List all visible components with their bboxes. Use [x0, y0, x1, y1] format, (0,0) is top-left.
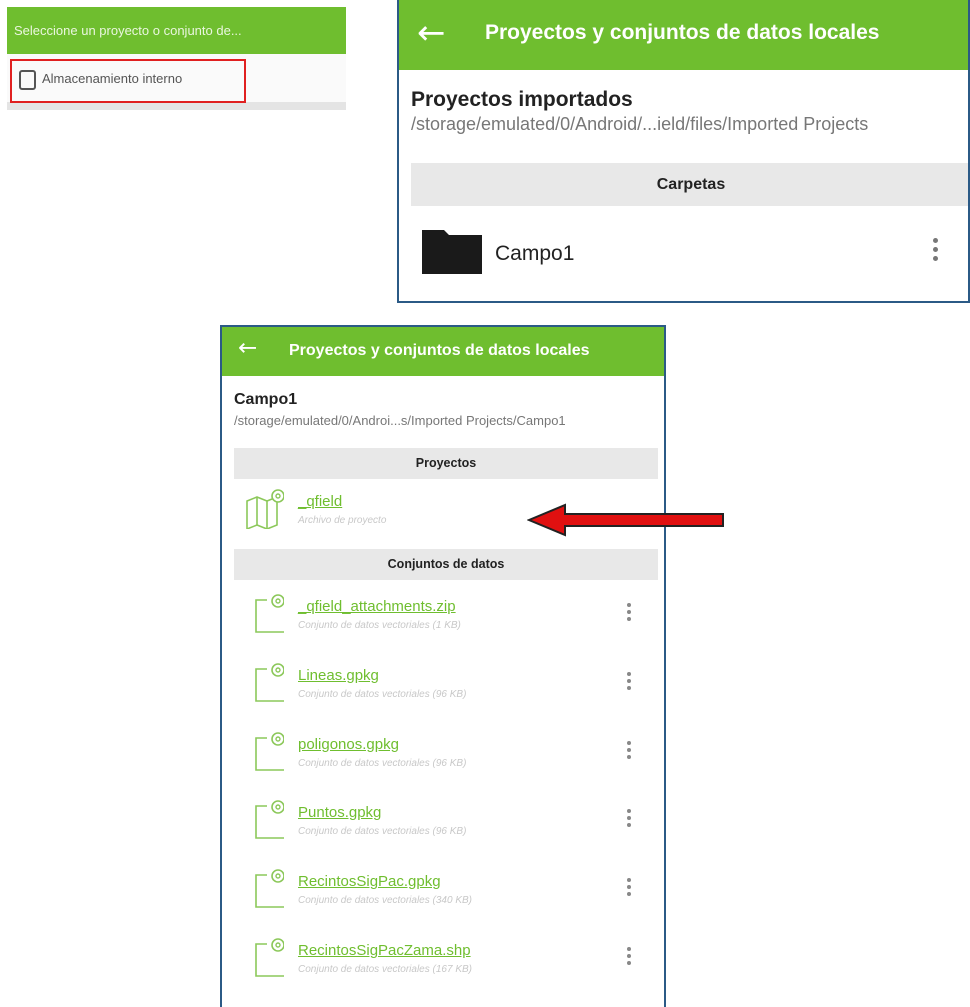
storage-picker-panel: Seleccione un proyecto o conjunto de... … — [7, 7, 346, 110]
more-vert-icon[interactable] — [627, 947, 632, 968]
more-vert-icon[interactable] — [933, 238, 939, 265]
folder-item-campo1[interactable]: Campo1 — [495, 242, 574, 266]
dataset-name[interactable]: Lineas.gpkg — [298, 667, 379, 684]
window-title: Proyectos y conjuntos de datos locales — [485, 21, 880, 44]
back-arrow-icon[interactable]: ← — [238, 335, 257, 361]
more-vert-icon[interactable] — [627, 878, 632, 899]
dataset-file-icon — [255, 938, 284, 977]
dataset-item[interactable]: poligonos.gpkg Conjunto de datos vectori… — [222, 732, 664, 792]
map-icon — [246, 489, 284, 529]
project-name[interactable]: _qfield — [298, 493, 342, 510]
dataset-meta: Conjunto de datos vectoriales (340 KB) — [298, 895, 472, 906]
project-meta: Archivo de proyecto — [298, 515, 387, 526]
dataset-item[interactable]: RecintosSigPacZama.shp Conjunto de datos… — [222, 938, 664, 998]
projects-header: Proyectos — [234, 448, 658, 479]
dataset-meta: Conjunto de datos vectoriales (96 KB) — [298, 689, 467, 700]
more-vert-icon[interactable] — [627, 741, 632, 762]
dataset-meta: Conjunto de datos vectoriales (167 KB) — [298, 964, 472, 975]
dataset-name[interactable]: Puntos.gpkg — [298, 804, 381, 821]
dataset-meta: Conjunto de datos vectoriales (1 KB) — [298, 620, 461, 631]
back-arrow-icon[interactable]: ← — [417, 13, 446, 53]
dataset-file-icon — [255, 800, 284, 839]
imported-projects-panel: ← Proyectos y conjuntos de datos locales… — [397, 0, 970, 303]
dataset-item[interactable]: _qfield_attachments.zip Conjunto de dato… — [222, 594, 664, 654]
dataset-item[interactable]: Lineas.gpkg Conjunto de datos vectoriale… — [222, 663, 664, 723]
picker-title: Seleccione un proyecto o conjunto de... — [7, 7, 346, 54]
annotation-arrow-icon — [527, 503, 724, 537]
folder-icon — [422, 230, 482, 274]
more-vert-icon[interactable] — [627, 603, 632, 624]
dataset-name[interactable]: RecintosSigPacZama.shp — [298, 942, 471, 959]
more-vert-icon[interactable] — [627, 672, 632, 693]
window-title: Proyectos y conjuntos de datos locales — [289, 342, 590, 359]
dataset-name[interactable]: RecintosSigPac.gpkg — [298, 873, 441, 890]
dataset-name[interactable]: poligonos.gpkg — [298, 736, 399, 753]
dataset-meta: Conjunto de datos vectoriales (96 KB) — [298, 758, 467, 769]
dataset-file-icon — [255, 732, 284, 771]
highlight-box — [10, 59, 246, 103]
folder-title: Campo1 — [234, 391, 298, 408]
dataset-file-icon — [255, 594, 284, 633]
more-vert-icon[interactable] — [627, 809, 632, 830]
dataset-meta: Conjunto de datos vectoriales (96 KB) — [298, 826, 467, 837]
dataset-item[interactable]: RecintosSigPac.gpkg Conjunto de datos ve… — [222, 869, 664, 929]
folders-header: Carpetas — [411, 163, 968, 206]
dataset-item[interactable]: Puntos.gpkg Conjunto de datos vectoriale… — [222, 800, 664, 860]
current-path: /storage/emulated/0/Androi...s/Imported … — [234, 413, 566, 428]
current-path: /storage/emulated/0/Android/...ield/file… — [411, 114, 869, 134]
campo1-panel: ← Proyectos y conjuntos de datos locales… — [220, 325, 666, 1007]
dataset-file-icon — [255, 663, 284, 702]
datasets-header: Conjuntos de datos — [234, 549, 658, 580]
dataset-file-icon — [255, 869, 284, 908]
section-title: Proyectos importados — [411, 88, 633, 111]
dataset-name[interactable]: _qfield_attachments.zip — [298, 598, 456, 615]
